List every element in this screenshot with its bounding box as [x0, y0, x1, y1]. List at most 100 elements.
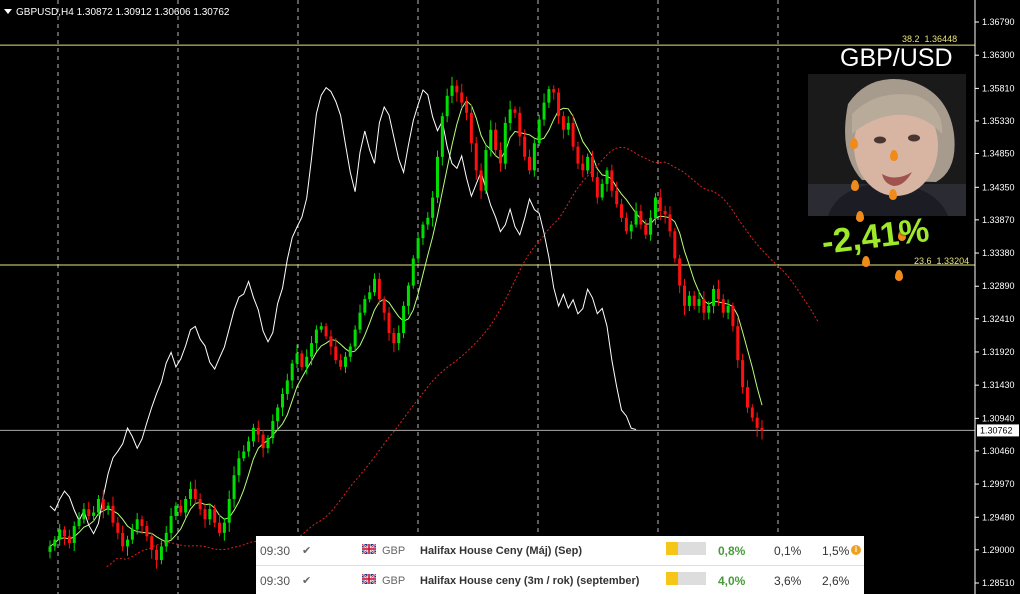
candle-body	[634, 211, 638, 225]
candle-body	[629, 224, 633, 232]
candle-body	[82, 509, 86, 520]
candle-body	[571, 122, 575, 147]
fib-level-23-label: 23.6 1.33204	[914, 256, 970, 266]
event-previous: 2,6%	[822, 574, 850, 588]
senkou-line	[106, 146, 820, 568]
fib-level-38-label: 38.2 1.36448	[902, 34, 958, 44]
candle-body	[489, 129, 493, 151]
candle-body	[392, 332, 396, 344]
importance-fill	[666, 542, 678, 555]
candle-body	[624, 217, 628, 232]
candle-body	[523, 136, 527, 157]
candle-body	[697, 299, 701, 306]
candle-body	[53, 539, 57, 547]
candle-body	[373, 278, 377, 293]
candle-body	[358, 312, 362, 330]
candle-body	[295, 353, 299, 364]
candle-body	[222, 522, 226, 533]
candle-body	[639, 211, 643, 225]
overlay-title: GBP/USD	[840, 44, 953, 72]
candle-body	[339, 360, 343, 367]
event-time: 09:30	[260, 544, 291, 558]
candle-body	[537, 119, 541, 144]
candle-body	[208, 509, 212, 520]
candle-body	[174, 505, 178, 516]
candle-body	[164, 532, 168, 547]
candle-body	[557, 92, 561, 117]
candle-body	[712, 288, 716, 306]
event-name[interactable]: Halifax House ceny (3m / rok) (september…	[420, 575, 639, 587]
candle-body	[368, 292, 372, 300]
event-forecast: 0,1%	[774, 544, 802, 558]
candle-body	[707, 305, 711, 313]
candle-body	[159, 546, 163, 560]
y-tick-label: 1.31430	[982, 380, 1015, 390]
candle-body	[343, 356, 347, 367]
candle-body	[324, 326, 328, 337]
candle-body	[227, 498, 231, 523]
candle-body	[465, 102, 469, 113]
y-tick-label: 1.33380	[982, 248, 1015, 258]
price-axis: 1.36790 1.36300 1.35810 1.35330 1.34850 1.343…	[974, 0, 1015, 594]
y-tick-label: 1.29000	[982, 545, 1015, 555]
candle-body	[600, 183, 604, 198]
candle-body	[513, 109, 517, 113]
checkmark-icon: ✔	[302, 545, 312, 557]
candle-body	[755, 417, 759, 428]
vertical-grid	[57, 0, 779, 594]
candle-body	[329, 336, 333, 347]
candle-body	[382, 299, 386, 313]
candle-body	[319, 326, 323, 330]
candle-body	[508, 109, 512, 123]
candle-body	[145, 526, 149, 537]
indicator-lines	[49, 86, 820, 568]
candle-body	[532, 143, 536, 171]
trading-chart-window: 1.30762 1.36790 1.36300 1.35810 1.35330 1.34…	[0, 0, 1020, 594]
candle-body	[334, 346, 338, 361]
symbol-ohlc-text: GBPUSD,H4 1.30872 1.30912 1.30606 1.3076…	[16, 7, 230, 18]
candle-body	[498, 150, 502, 164]
symbol-header[interactable]: GBPUSD,H4 1.30872 1.30912 1.30606 1.3076…	[4, 7, 230, 18]
candle-body	[426, 217, 430, 225]
candle-body	[721, 299, 725, 313]
candle-body	[421, 224, 425, 239]
candle-body	[242, 451, 246, 459]
candle-body	[450, 85, 454, 96]
candle-body	[256, 427, 260, 435]
candle-body	[314, 329, 318, 344]
collapse-triangle-icon[interactable]	[4, 9, 12, 14]
candle-body	[203, 509, 207, 520]
uk-flag-icon	[362, 574, 376, 584]
table-row[interactable]: 09:30 ✔ GBP Halifax House ceny (3m / rok…	[256, 566, 864, 594]
candle-body	[605, 170, 609, 184]
economic-calendar-panel: 09:30 ✔ GBP Halifax House Ceny (Máj) (Se…	[256, 536, 864, 594]
candle-body	[348, 346, 352, 357]
y-tick-label: 1.34350	[982, 182, 1015, 192]
candle-body	[440, 116, 444, 157]
candle-body	[726, 305, 730, 313]
candle-body	[460, 92, 464, 103]
candle-body	[116, 522, 120, 533]
candle-body	[445, 95, 449, 117]
candle-body	[213, 509, 217, 523]
candle-body	[92, 512, 96, 516]
candle-body	[566, 122, 570, 130]
chikou-line	[49, 86, 637, 535]
candle-body	[397, 332, 401, 344]
info-icon[interactable]: i	[851, 545, 861, 555]
table-row[interactable]: 09:30 ✔ GBP Halifax House Ceny (Máj) (Se…	[256, 536, 864, 566]
candle-body	[77, 519, 81, 527]
candle-body	[280, 393, 284, 408]
checkmark-icon: ✔	[302, 575, 312, 587]
candle-body	[736, 326, 740, 361]
y-tick-label: 1.30940	[982, 413, 1015, 423]
candle-body	[96, 498, 100, 513]
candle-body	[741, 360, 745, 388]
candle-body	[150, 536, 154, 550]
event-name[interactable]: Halifax House Ceny (Máj) (Sep)	[420, 545, 582, 557]
candle-body	[479, 170, 483, 191]
candle-body	[615, 190, 619, 205]
importance-bar	[666, 572, 706, 585]
candle-body	[552, 89, 556, 93]
candle-body	[285, 380, 289, 394]
